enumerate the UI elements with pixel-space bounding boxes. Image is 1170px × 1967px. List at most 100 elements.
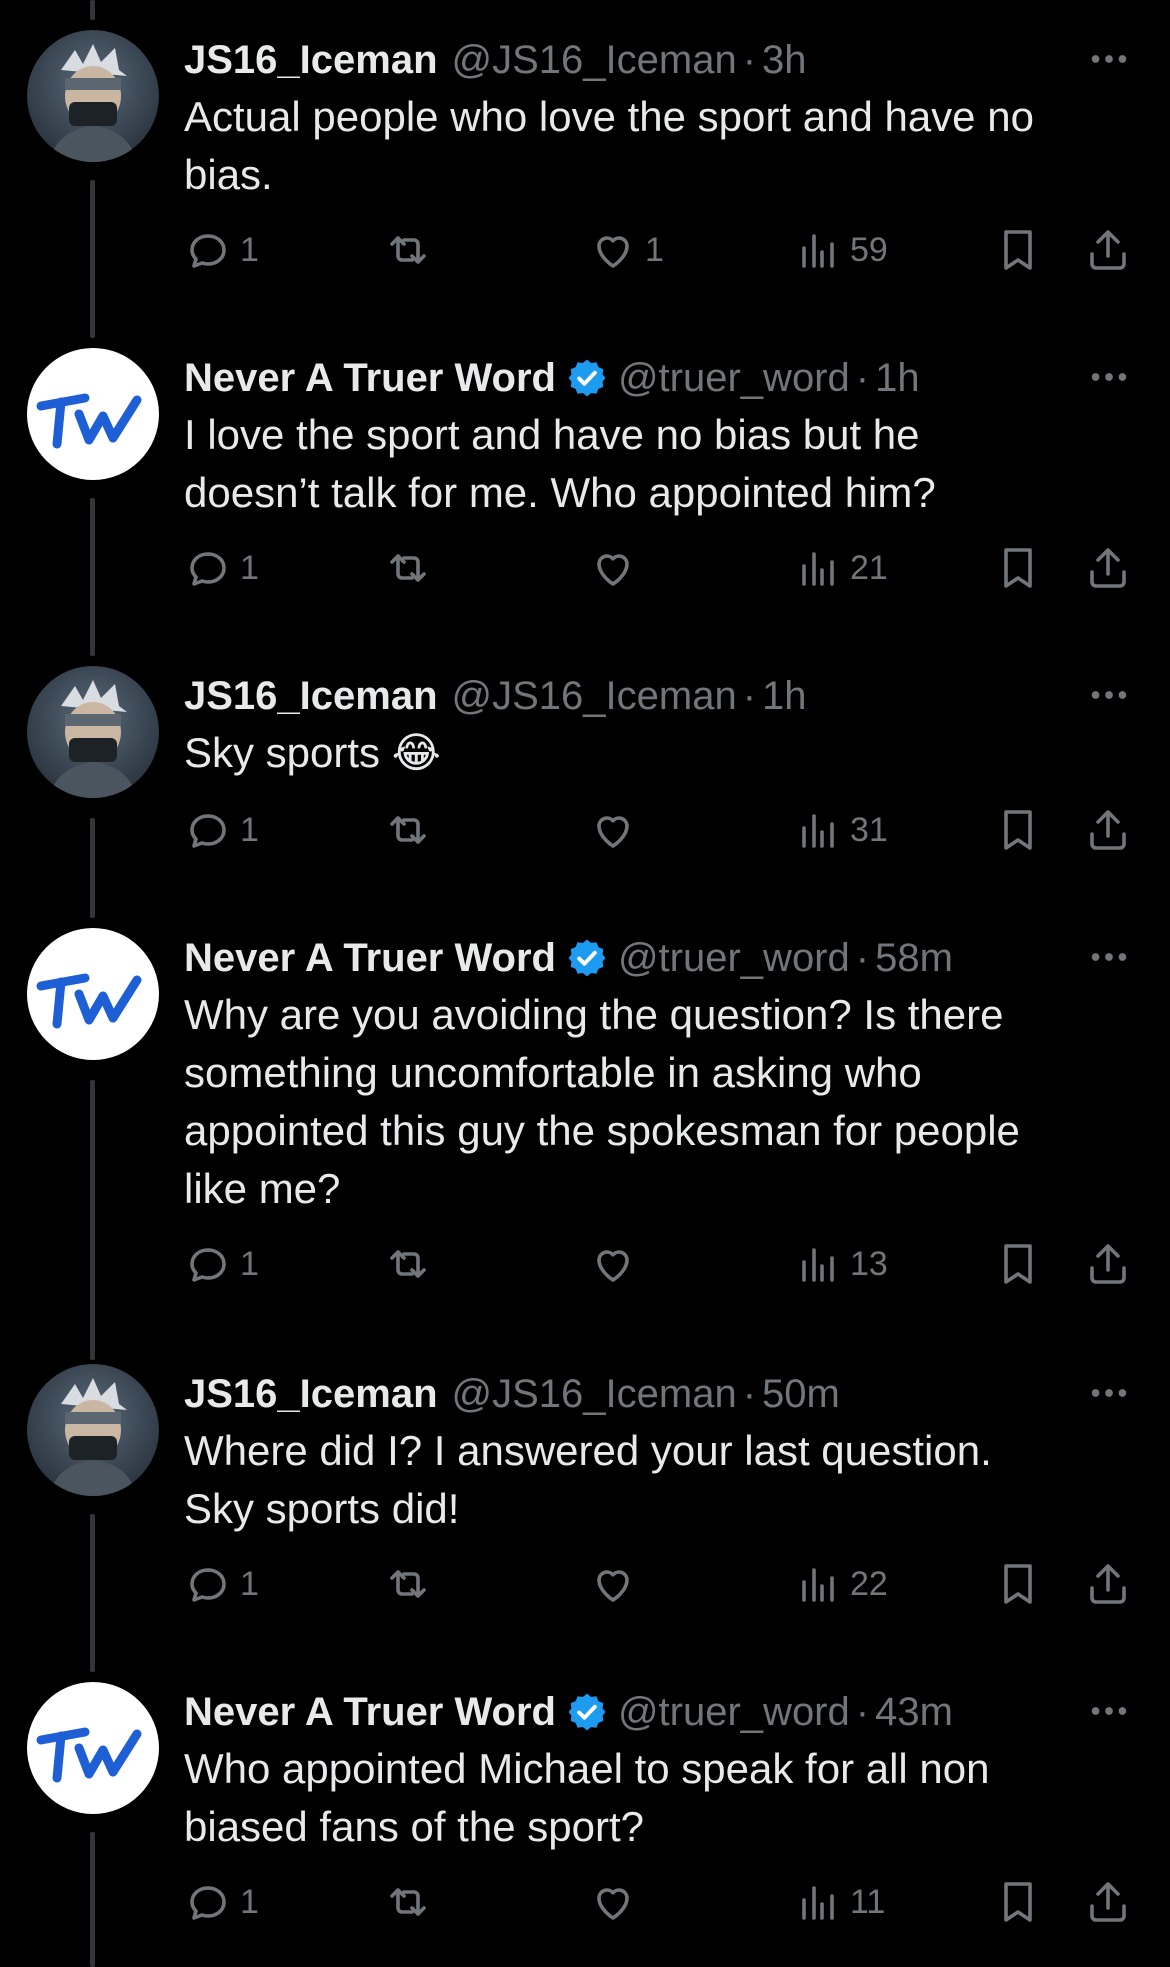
avatar[interactable]: [27, 348, 159, 480]
reply-button[interactable]: 1: [184, 1554, 259, 1614]
avatar[interactable]: [27, 1364, 159, 1496]
verified-badge-icon[interactable]: [566, 1691, 608, 1733]
tweet-header: Never A Truer Word @truer_word · 43m: [184, 1682, 1144, 1742]
avatar[interactable]: [27, 1682, 159, 1814]
like-button[interactable]: [589, 538, 645, 598]
avatar[interactable]: [27, 928, 159, 1060]
retweet-button[interactable]: [384, 1554, 440, 1614]
reply-count: 1: [240, 230, 259, 269]
verified-badge-icon[interactable]: [566, 357, 608, 399]
reply-icon: [190, 552, 226, 586]
view-count: 21: [850, 548, 888, 587]
timestamp[interactable]: 1h: [875, 356, 920, 401]
reply-icon: [190, 234, 226, 268]
like-icon: [597, 1570, 629, 1602]
tw-logo-avatar-image: [36, 393, 142, 449]
bookmark-button[interactable]: [994, 1234, 1042, 1294]
retweet-button[interactable]: [384, 538, 440, 598]
like-button[interactable]: [589, 1872, 645, 1932]
bookmark-button[interactable]: [994, 538, 1042, 598]
timestamp[interactable]: 3h: [762, 38, 807, 83]
user-handle[interactable]: @truer_word: [618, 1690, 850, 1735]
tweet-text: I love the sport and have no bias but he…: [184, 411, 936, 516]
share-icon: [1090, 230, 1126, 270]
view-count: 13: [850, 1244, 888, 1283]
retweet-icon: [390, 554, 426, 582]
share-icon: [1090, 1564, 1126, 1604]
reply-button[interactable]: 1: [184, 220, 259, 280]
share-button[interactable]: [1084, 538, 1132, 598]
reply-button[interactable]: 1: [184, 1872, 259, 1932]
timestamp[interactable]: 1h: [762, 674, 807, 719]
share-icon: [1090, 1244, 1126, 1284]
avatar[interactable]: [27, 30, 159, 162]
display-name[interactable]: Never A Truer Word: [184, 936, 556, 981]
thread-line: [90, 1080, 95, 1360]
display-name[interactable]: JS16_Iceman: [184, 1372, 438, 1417]
tw-logo-avatar-image: [36, 1727, 142, 1783]
bookmark-icon: [1004, 1882, 1032, 1922]
bookmark-button[interactable]: [994, 800, 1042, 860]
user-handle[interactable]: @truer_word: [618, 936, 850, 981]
display-name[interactable]: JS16_Iceman: [184, 38, 438, 83]
more-icon[interactable]: [1086, 36, 1132, 82]
share-button[interactable]: [1084, 1554, 1132, 1614]
views-button[interactable]: 13: [794, 1234, 888, 1294]
timestamp[interactable]: 58m: [875, 936, 953, 981]
like-icon: [597, 1250, 629, 1282]
views-button[interactable]: 22: [794, 1554, 888, 1614]
reply-icon: [190, 1248, 226, 1282]
retweet-icon: [390, 236, 426, 264]
view-count: 22: [850, 1564, 888, 1603]
display-name[interactable]: Never A Truer Word: [184, 356, 556, 401]
retweet-button[interactable]: [384, 220, 440, 280]
tweet-header: JS16_Iceman @JS16_Iceman · 50m: [184, 1364, 1144, 1424]
bookmark-button[interactable]: [994, 1872, 1042, 1932]
user-handle[interactable]: @JS16_Iceman: [452, 674, 737, 719]
like-button[interactable]: 1: [589, 220, 664, 280]
like-button[interactable]: [589, 800, 645, 860]
views-button[interactable]: 11: [794, 1872, 885, 1932]
user-handle[interactable]: @truer_word: [618, 356, 850, 401]
views-icon: [802, 234, 834, 268]
bookmark-button[interactable]: [994, 220, 1042, 280]
more-icon[interactable]: [1086, 354, 1132, 400]
views-button[interactable]: 21: [794, 538, 888, 598]
views-button[interactable]: 59: [794, 220, 888, 280]
reply-count: 1: [240, 1564, 259, 1603]
share-button[interactable]: [1084, 800, 1132, 860]
retweet-button[interactable]: [384, 800, 440, 860]
user-handle[interactable]: @JS16_Iceman: [452, 1372, 737, 1417]
share-button[interactable]: [1084, 1234, 1132, 1294]
action-bar: 1 21: [184, 538, 1144, 598]
more-icon[interactable]: [1086, 1688, 1132, 1734]
like-button[interactable]: [589, 1234, 645, 1294]
display-name[interactable]: Never A Truer Word: [184, 1690, 556, 1735]
share-button[interactable]: [1084, 1872, 1132, 1932]
views-button[interactable]: 31: [794, 800, 888, 860]
avatar[interactable]: [27, 666, 159, 798]
more-icon[interactable]: [1086, 934, 1132, 980]
timestamp[interactable]: 50m: [762, 1372, 840, 1417]
thread-line: [90, 0, 95, 20]
user-handle[interactable]: @JS16_Iceman: [452, 38, 737, 83]
reply-button[interactable]: 1: [184, 800, 259, 860]
retweet-button[interactable]: [384, 1234, 440, 1294]
action-bar: 1 1 59: [184, 220, 1144, 280]
reply-button[interactable]: 1: [184, 538, 259, 598]
tweet-header: JS16_Iceman @JS16_Iceman · 3h: [184, 30, 1144, 90]
like-button[interactable]: [589, 1554, 645, 1614]
display-name[interactable]: JS16_Iceman: [184, 674, 438, 719]
bookmark-icon: [1004, 548, 1032, 588]
reply-count: 1: [240, 548, 259, 587]
timestamp[interactable]: 43m: [875, 1690, 953, 1735]
retweet-button[interactable]: [384, 1872, 440, 1932]
reply-button[interactable]: 1: [184, 1234, 259, 1294]
bookmark-button[interactable]: [994, 1554, 1042, 1614]
verified-badge-icon[interactable]: [566, 937, 608, 979]
share-button[interactable]: [1084, 220, 1132, 280]
more-icon[interactable]: [1086, 672, 1132, 718]
more-icon[interactable]: [1086, 1370, 1132, 1416]
tw-logo-avatar-image: [36, 973, 142, 1029]
separator-dot: ·: [742, 673, 757, 718]
